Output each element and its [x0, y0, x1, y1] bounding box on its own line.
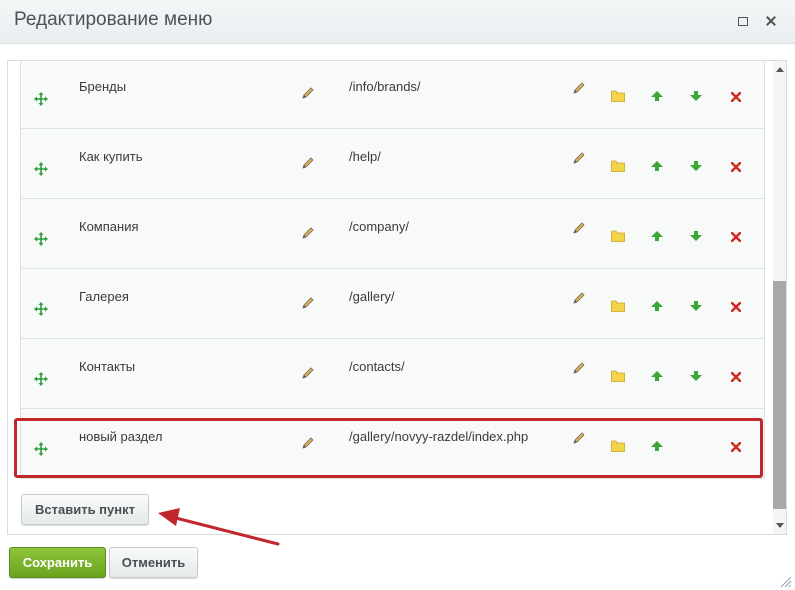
menu-item-name: Бренды: [79, 79, 127, 94]
arrow-up-icon[interactable]: [651, 231, 663, 241]
folder-icon[interactable]: [611, 90, 625, 102]
move-arrows-icon[interactable]: [34, 232, 48, 246]
resize-grip-icon[interactable]: [778, 574, 792, 588]
dialog-titlebar: Редактирование меню: [0, 0, 795, 44]
pencil-icon[interactable]: [572, 361, 586, 375]
move-arrows-icon[interactable]: [34, 162, 48, 176]
close-x-icon[interactable]: [731, 302, 741, 312]
arrow-down-icon[interactable]: [690, 91, 702, 101]
pencil-icon[interactable]: [572, 151, 586, 165]
menu-item-name: новый раздел: [79, 429, 163, 444]
menu-item-url: /gallery/novyy-razdel/index.php: [349, 429, 529, 444]
menu-item-name: Компания: [79, 219, 139, 234]
menu-item-url: /info/brands/: [349, 79, 421, 94]
pencil-icon[interactable]: [301, 86, 315, 100]
maximize-icon[interactable]: [735, 13, 751, 29]
scroll-up-icon[interactable]: [776, 67, 784, 72]
pencil-icon[interactable]: [572, 431, 586, 445]
menu-item-name: Как купить: [79, 149, 143, 164]
move-arrows-icon[interactable]: [34, 92, 48, 106]
menu-item-url: /company/: [349, 219, 409, 234]
close-x-icon[interactable]: [731, 372, 741, 382]
scrollbar-thumb[interactable]: [773, 281, 786, 509]
pencil-icon[interactable]: [572, 81, 586, 95]
menu-item-row: Как купить /help/: [20, 129, 765, 199]
menu-item-url: /help/: [349, 149, 381, 164]
move-arrows-icon[interactable]: [34, 372, 48, 386]
menu-editor-panel: Бренды /info/brands/ Как купить /help/ К…: [7, 60, 787, 535]
pencil-icon[interactable]: [301, 156, 315, 170]
scroll-down-icon[interactable]: [776, 523, 784, 528]
save-button[interactable]: Сохранить: [9, 547, 106, 578]
move-arrows-icon[interactable]: [34, 302, 48, 316]
close-x-icon[interactable]: [731, 92, 741, 102]
pencil-icon[interactable]: [301, 436, 315, 450]
menu-item-name: Галерея: [79, 289, 129, 304]
folder-icon[interactable]: [611, 160, 625, 172]
folder-icon[interactable]: [611, 440, 625, 452]
menu-items-list: Бренды /info/brands/ Как купить /help/ К…: [20, 61, 765, 479]
folder-icon[interactable]: [611, 370, 625, 382]
menu-item-row: Компания /company/: [20, 199, 765, 269]
vertical-scrollbar[interactable]: [773, 61, 786, 534]
pencil-icon[interactable]: [572, 221, 586, 235]
pencil-icon[interactable]: [301, 226, 315, 240]
close-icon[interactable]: [763, 13, 779, 29]
pencil-icon[interactable]: [572, 291, 586, 305]
move-arrows-icon[interactable]: [34, 442, 48, 456]
arrow-down-icon[interactable]: [690, 161, 702, 171]
menu-item-url: /gallery/: [349, 289, 395, 304]
arrow-up-icon[interactable]: [651, 441, 663, 451]
close-x-icon[interactable]: [731, 232, 741, 242]
pencil-icon[interactable]: [301, 296, 315, 310]
folder-icon[interactable]: [611, 230, 625, 242]
menu-item-row: Бренды /info/brands/: [20, 61, 765, 129]
menu-item-name: Контакты: [79, 359, 136, 374]
menu-item-row: Контакты /contacts/: [20, 339, 765, 409]
arrow-up-icon[interactable]: [651, 161, 663, 171]
cancel-button[interactable]: Отменить: [109, 547, 198, 578]
pencil-icon[interactable]: [301, 366, 315, 380]
arrow-up-icon[interactable]: [651, 301, 663, 311]
arrow-up-icon[interactable]: [651, 371, 663, 381]
close-x-icon[interactable]: [731, 162, 741, 172]
dialog-title: Редактирование меню: [14, 9, 213, 30]
arrow-down-icon[interactable]: [690, 301, 702, 311]
menu-item-url: /contacts/: [349, 359, 405, 374]
arrow-down-icon[interactable]: [690, 371, 702, 381]
menu-item-row: Галерея /gallery/: [20, 269, 765, 339]
close-x-icon[interactable]: [731, 442, 741, 452]
arrow-up-icon[interactable]: [651, 91, 663, 101]
folder-icon[interactable]: [611, 300, 625, 312]
menu-item-row: новый раздел /gallery/novyy-razdel/index…: [20, 409, 765, 479]
insert-item-button[interactable]: Вставить пункт: [21, 494, 149, 525]
arrow-down-icon[interactable]: [690, 231, 702, 241]
